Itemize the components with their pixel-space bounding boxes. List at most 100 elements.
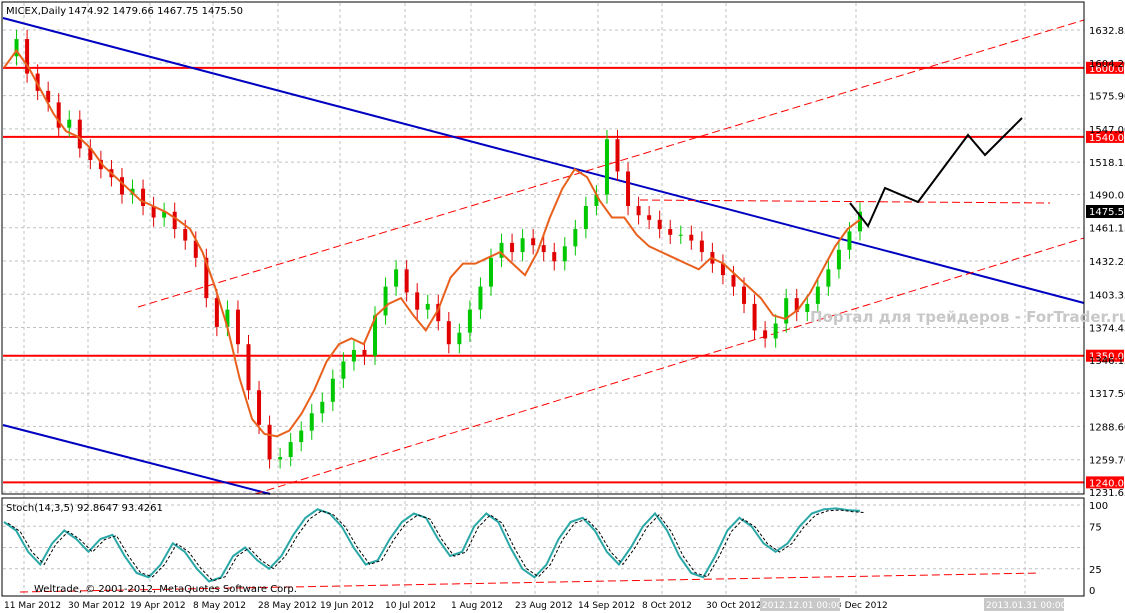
candle-body <box>510 242 515 253</box>
candle-body <box>246 344 251 391</box>
x-tick-label: 19 Jun 2012 <box>320 601 374 611</box>
candle-body <box>341 361 346 379</box>
forecast-line <box>849 117 1023 228</box>
candle-body <box>520 238 525 253</box>
candle-body <box>77 119 82 149</box>
time-axis: 11 Mar 2012 30 Mar 2012 19 Apr 2012 8 May 2… <box>4 601 888 611</box>
candle-body <box>573 229 578 247</box>
candle-body <box>415 292 420 310</box>
candle-body <box>235 309 240 345</box>
candle-body <box>583 206 588 230</box>
candle-body <box>288 442 293 458</box>
y-tick-label: 1259.70 <box>1089 456 1125 467</box>
moving-average <box>3 48 861 438</box>
candle-body <box>446 321 451 345</box>
candle-body <box>425 303 430 310</box>
x-tick-label: 1 Aug 2012 <box>451 601 503 611</box>
watermark: Портал для трейдеров - ForTrader.ru <box>810 308 1125 326</box>
stoch-title: Stoch(14,3,5) 92.8647 93.4261 <box>6 503 163 514</box>
candle-body <box>531 238 536 246</box>
y-tick-label: 1346.15 <box>1089 356 1125 367</box>
y-tick-label: 1604.20 <box>1089 59 1125 70</box>
grid <box>3 3 1084 596</box>
candle-body <box>141 188 146 207</box>
candle-body <box>404 269 409 293</box>
candle-body <box>183 229 188 241</box>
stoch-tick-label: 75 <box>1089 522 1102 533</box>
y-tick-label: 1575.90 <box>1089 92 1125 103</box>
x-tick-label: 19 Apr 2012 <box>130 601 186 611</box>
x-tick-label: 30 Mar 2012 <box>68 601 125 611</box>
candle-body <box>636 206 641 216</box>
candle-body <box>699 240 704 253</box>
candle-body <box>362 349 367 356</box>
channel-lower-line <box>2 424 271 495</box>
candle-body <box>847 231 852 250</box>
chart-title: MICEX,Daily <box>6 6 66 17</box>
stoch-tick-label: 100 <box>1089 501 1108 512</box>
x-tick-label: 11 Mar 2012 <box>4 601 61 611</box>
candle-body <box>267 424 272 460</box>
candle-body <box>805 303 810 312</box>
y-tick-label: 1490.05 <box>1089 190 1125 201</box>
y-tick-label: 1461.15 <box>1089 224 1125 235</box>
candle-body <box>763 330 768 339</box>
date-label-2: 2013.01.31 00:00 <box>986 601 1067 611</box>
candle-body <box>604 139 609 195</box>
candle-body <box>678 234 683 236</box>
y-tick-label: 1547.00 <box>1089 125 1125 136</box>
candle-body <box>626 171 631 207</box>
candle-body <box>731 275 736 287</box>
stoch-tick-label: 25 <box>1089 565 1102 576</box>
y-tick-label: 1231.65 <box>1089 488 1125 499</box>
x-tick-label: 23 Aug 2012 <box>515 601 573 611</box>
candle-body <box>330 378 335 402</box>
candle-body <box>383 286 388 316</box>
x-tick-label: 30 Oct 2012 <box>706 601 762 611</box>
x-tick-label: 8 May 2012 <box>193 601 246 611</box>
ohlc-readout: 1474.92 1479.66 1467.75 1475.50 <box>68 6 243 17</box>
candle-body <box>562 246 567 262</box>
candle-body <box>172 211 177 230</box>
candle-body <box>488 257 493 287</box>
channel-dashed-lower <box>254 237 1085 495</box>
candle-body <box>309 413 314 431</box>
candle-body <box>752 303 757 331</box>
candle-body <box>478 286 483 310</box>
date-label-1: 2012.12.01 00:00 <box>762 601 843 611</box>
candle-body <box>278 457 283 460</box>
price-axis: 1632.85 1604.20 1575.90 1547.00 1518.15 1490.… <box>1089 26 1125 499</box>
candle-body <box>394 269 399 287</box>
candle-body <box>689 234 694 241</box>
stochastic-panel: 100 75 25 0 <box>3 501 1108 597</box>
y-tick-label: 1432.25 <box>1089 257 1125 268</box>
chart-svg: 1600.001540.001350.001240.00 100 75 25 0 16… <box>1 1 1125 611</box>
candle-body <box>299 430 304 443</box>
y-tick-label: 1317.50 <box>1089 389 1125 400</box>
candle-body <box>552 252 557 262</box>
candle-body <box>351 349 356 362</box>
current-price-label: 1475.50 <box>1089 207 1125 218</box>
x-tick-label: 3 Dec 2012 <box>836 601 888 611</box>
horizontal-levels: 1600.001540.001350.001240.00 <box>3 61 1125 489</box>
candle-body <box>773 323 778 339</box>
x-tick-label: 14 Sep 2012 <box>578 601 635 611</box>
candle-body <box>657 219 662 230</box>
candle-body <box>457 332 462 345</box>
candle-body <box>815 286 820 304</box>
candle-body <box>257 390 262 425</box>
candle-body <box>467 309 472 333</box>
y-tick-label: 1632.85 <box>1089 26 1125 37</box>
stoch-main-line <box>3 507 861 583</box>
forecast-path <box>849 117 1023 228</box>
candle-body <box>668 229 673 235</box>
candle-body <box>647 215 652 220</box>
x-tick-label: 28 May 2012 <box>258 601 317 611</box>
y-tick-label: 1288.60 <box>1089 422 1125 433</box>
candle-body <box>826 269 831 287</box>
candle-body <box>320 401 325 414</box>
candle-body <box>742 286 747 304</box>
copyright-text: Weltrade, © 2001-2012, MetaQuotes Softwa… <box>34 584 297 595</box>
candle-body <box>836 249 841 270</box>
x-tick-label: 8 Oct 2012 <box>642 601 692 611</box>
